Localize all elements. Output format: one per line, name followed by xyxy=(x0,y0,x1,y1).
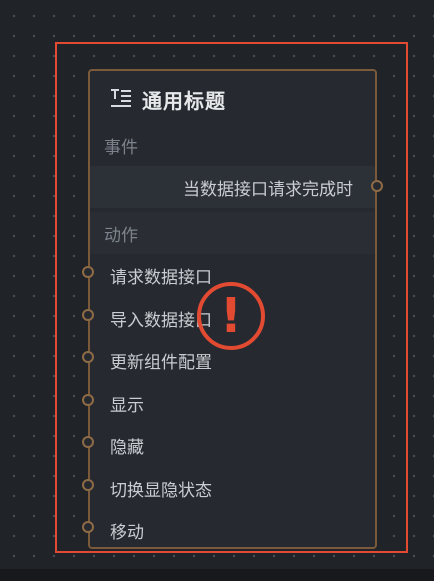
action-input-port-toggle-visibility[interactable] xyxy=(82,479,94,491)
action-item-move[interactable]: 移动 xyxy=(110,518,144,543)
error-symbol: ! xyxy=(220,288,242,344)
action-input-port-request-data[interactable] xyxy=(82,266,94,278)
action-input-port-show[interactable] xyxy=(82,394,94,406)
event-item[interactable]: 当数据接口请求完成时 xyxy=(90,166,375,208)
actions-section-header: 动作 xyxy=(90,212,375,254)
event-output-port[interactable] xyxy=(371,180,383,192)
action-input-port-move[interactable] xyxy=(82,521,94,533)
event-label: 当数据接口请求完成时 xyxy=(183,180,353,200)
node-title: 通用标题 xyxy=(142,89,226,113)
action-item-hide[interactable]: 隐藏 xyxy=(110,433,144,458)
events-section-label: 事件 xyxy=(104,138,138,158)
actions-section-label: 动作 xyxy=(104,226,138,246)
error-exclamation-icon: ! xyxy=(197,282,265,350)
node-header[interactable]: 通用标题 xyxy=(90,71,375,127)
action-item-toggle-visibility[interactable]: 切换显隐状态 xyxy=(110,476,212,501)
action-input-port-import-data[interactable] xyxy=(82,309,94,321)
title-text-icon xyxy=(111,89,131,107)
action-input-port-hide[interactable] xyxy=(82,436,94,448)
action-input-port-update-config[interactable] xyxy=(82,351,94,363)
action-item-show[interactable]: 显示 xyxy=(110,391,144,416)
canvas-bottom-strip xyxy=(0,569,434,581)
